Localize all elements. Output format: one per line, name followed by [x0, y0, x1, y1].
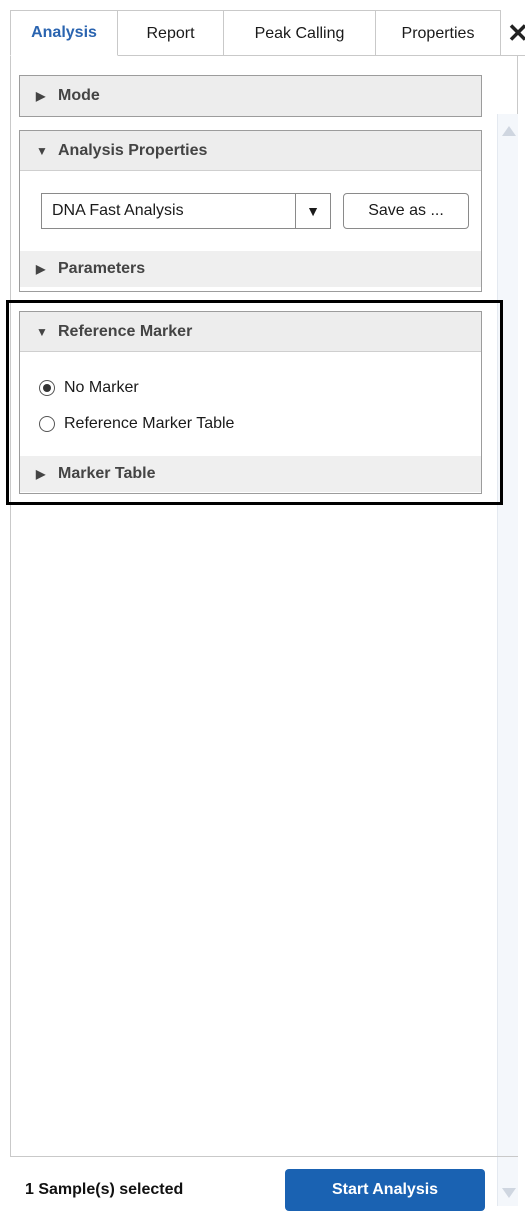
save-as-button[interactable]: Save as ... [343, 193, 469, 229]
section-title: Mode [58, 87, 100, 104]
scroll-up-icon[interactable] [502, 126, 516, 136]
analysis-properties-header[interactable]: ▼ Analysis Properties [20, 131, 481, 171]
analysis-method-dropdown[interactable]: DNA Fast Analysis ▼ [41, 193, 331, 229]
tab-label: Analysis [31, 24, 97, 41]
start-analysis-button[interactable]: Start Analysis [285, 1169, 485, 1211]
subsection-title: Parameters [58, 260, 146, 277]
vertical-scrollbar[interactable] [497, 114, 518, 1206]
dropdown-arrow-icon[interactable]: ▼ [295, 194, 330, 228]
highlight-frame [6, 300, 503, 505]
dropdown-value: DNA Fast Analysis [52, 202, 184, 219]
section-title: Analysis Properties [58, 141, 208, 159]
tab-properties[interactable]: Properties [375, 10, 501, 56]
close-icon[interactable]: ✕ [501, 10, 525, 56]
analysis-properties-section: ▼ Analysis Properties DNA Fast Analysis … [19, 130, 482, 292]
mode-header[interactable]: ▶ Mode [20, 76, 481, 116]
tab-report[interactable]: Report [117, 10, 224, 56]
footer-bar: 1 Sample(s) selected Start Analysis [10, 1156, 518, 1221]
tab-label: Properties [401, 24, 475, 42]
selection-status: 1 Sample(s) selected [25, 1181, 184, 1198]
expand-arrow-icon: ▶ [36, 262, 46, 276]
method-row: DNA Fast Analysis ▼ Save as ... [20, 171, 481, 251]
expand-arrow-icon: ▶ [36, 89, 46, 103]
tab-label: Report [146, 24, 195, 42]
mode-section: ▶ Mode [19, 75, 482, 117]
tab-peak-calling[interactable]: Peak Calling [223, 10, 376, 56]
parameters-header[interactable]: ▶ Parameters [20, 251, 481, 287]
collapse-arrow-icon: ▼ [36, 143, 48, 158]
tab-analysis[interactable]: Analysis [10, 10, 118, 56]
tab-label: Peak Calling [254, 24, 345, 42]
tab-bar: Analysis Report Peak Calling Properties … [10, 10, 525, 56]
